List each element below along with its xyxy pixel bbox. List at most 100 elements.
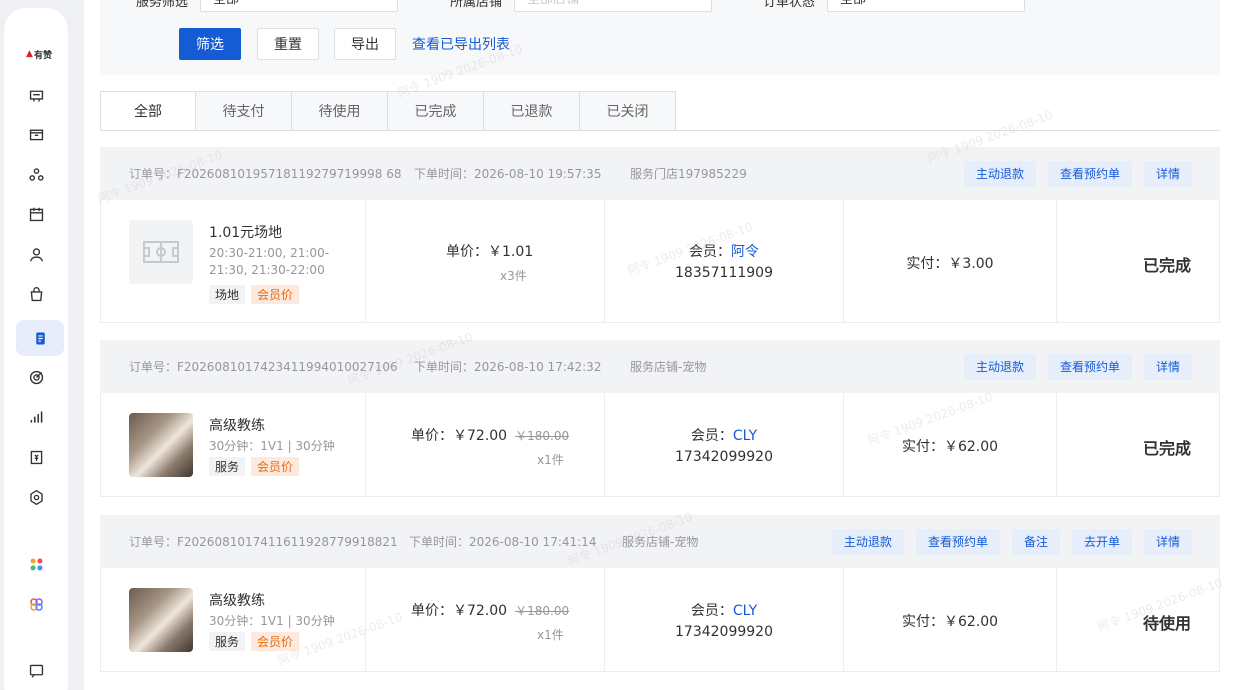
member-phone: 18357111909 xyxy=(675,265,773,281)
tab-to-use[interactable]: 待使用 xyxy=(292,91,388,131)
paid-cell: 实付：￥62.00 xyxy=(844,568,1057,671)
order-header: 订单号：F2026081017423411994010027106 下单时间：2… xyxy=(100,340,1220,393)
order-card: 订单号：F2026081017423411994010027106 下单时间：2… xyxy=(100,340,1220,516)
tag-member-price: 会员价 xyxy=(251,285,300,304)
refund-button[interactable]: 主动退款 xyxy=(963,160,1036,187)
tab-completed[interactable]: 已完成 xyxy=(388,91,484,131)
view-booking-button[interactable]: 查看预约单 xyxy=(1047,353,1132,380)
flame-icon: ▲ xyxy=(26,49,33,59)
order-number: 订单号：F2026081017423411994010027106 xyxy=(129,360,398,374)
member-name-link[interactable]: 阿令 xyxy=(731,244,759,260)
tab-closed[interactable]: 已关闭 xyxy=(580,91,676,131)
export-button[interactable]: 导出 xyxy=(334,28,396,60)
order-store: 服务店铺-宠物 xyxy=(630,360,707,374)
order-actions: 主动退款 查看预约单 备注 去开单 详情 xyxy=(831,528,1192,555)
storefront-icon[interactable] xyxy=(24,83,48,107)
order-actions: 主动退款 查看预约单 详情 xyxy=(963,353,1192,380)
tab-refunded[interactable]: 已退款 xyxy=(484,91,580,131)
data-chart-icon[interactable] xyxy=(24,405,48,429)
order-header: 订单号：F20260810195718119279719998 68 下单时间：… xyxy=(100,147,1220,200)
order-body: 高级教练 30分钟：1V1 | 30分钟 服务 会员价 单价：￥72.00 ￥18… xyxy=(100,393,1220,497)
reset-button[interactable]: 重置 xyxy=(257,28,319,60)
order-time: 下单时间：2026-08-10 19:57:35 xyxy=(414,167,602,181)
brand-logo-text: 有赞 xyxy=(33,50,52,61)
order-status: 已完成 xyxy=(1142,256,1191,275)
order-header: 订单号：F2026081017411611928779918821 下单时间：2… xyxy=(100,515,1220,568)
order-card: 订单号：F2026081017411611928779918821 下单时间：2… xyxy=(100,515,1220,690)
brand-logo[interactable]: ▲ 有赞 xyxy=(22,37,56,71)
product-title: 高级教练 xyxy=(209,593,265,609)
product-title: 1.01元场地 xyxy=(209,225,283,241)
store-select[interactable]: 全部店铺 xyxy=(514,0,713,12)
member-label: 会员： xyxy=(689,244,731,260)
apps-icon[interactable] xyxy=(24,552,48,576)
member-name-link[interactable]: CLY xyxy=(733,428,757,444)
product-title: 高级教练 xyxy=(209,418,265,434)
export-list-link[interactable]: 查看已导出列表 xyxy=(412,34,510,54)
member-label: 会员： xyxy=(690,428,733,444)
main-panel: 服务筛选 全部 所属店铺 全部店铺 订单状态 全部 筛选 重置 导出 查看已导出… xyxy=(84,0,1240,690)
order-body: 1.01元场地 20:30-21:00, 21:00-21:30, 21:30-… xyxy=(100,200,1220,323)
product-tags: 服务 会员价 xyxy=(209,632,300,651)
unit-price-value: 单价：￥1.01 xyxy=(446,244,534,260)
chat-icon[interactable] xyxy=(24,658,48,682)
tab-all[interactable]: 全部 xyxy=(100,91,196,131)
original-price: ￥180.00 xyxy=(515,429,570,443)
filter-field-service: 服务筛选 全部 xyxy=(136,0,399,12)
quantity: x3件 xyxy=(500,269,527,283)
order-number: 订单号：F20260810195718119279719998 68 xyxy=(129,167,402,181)
product-cell: 高级教练 30分钟：1V1 | 30分钟 服务 会员价 xyxy=(101,393,366,496)
goods-icon[interactable] xyxy=(24,122,48,146)
member-line: 会员：CLY xyxy=(605,425,843,445)
product-cell: 高级教练 30分钟：1V1 | 30分钟 服务 会员价 xyxy=(101,568,366,671)
unit-price-value: 单价：￥72.00 xyxy=(411,603,508,619)
calendar-icon[interactable] xyxy=(24,202,48,226)
product-photo[interactable] xyxy=(129,413,193,477)
refund-button[interactable]: 主动退款 xyxy=(831,528,904,555)
service-select[interactable]: 全部 xyxy=(200,0,399,12)
tab-pending-payment[interactable]: 待支付 xyxy=(196,91,292,131)
status-cell: 已完成 xyxy=(1057,393,1219,496)
customer-icon[interactable] xyxy=(24,162,48,186)
member-phone: 17342099920 xyxy=(675,449,773,465)
quantity: x1件 xyxy=(537,628,564,642)
view-booking-button[interactable]: 查看预约单 xyxy=(1047,160,1132,187)
filter-label: 服务筛选 xyxy=(136,0,189,10)
venue-thumbnail[interactable] xyxy=(129,220,193,284)
member-line: 会员：CLY xyxy=(605,600,843,620)
price-cell: 单价：￥72.00 ￥180.00 x1件 xyxy=(366,393,605,496)
open-bill-button[interactable]: 去开单 xyxy=(1071,528,1132,555)
product-photo[interactable] xyxy=(129,588,193,652)
tag-type: 场地 xyxy=(209,285,246,304)
remark-button[interactable]: 备注 xyxy=(1011,528,1060,555)
tag-member-price: 会员价 xyxy=(251,457,300,476)
detail-button[interactable]: 详情 xyxy=(1143,353,1192,380)
detail-button[interactable]: 详情 xyxy=(1143,528,1192,555)
member-name-link[interactable]: CLY xyxy=(733,603,757,619)
order-time: 下单时间：2026-08-10 17:42:32 xyxy=(414,360,602,374)
refund-button[interactable]: 主动退款 xyxy=(963,353,1036,380)
user-icon[interactable] xyxy=(24,242,48,266)
product-desc: 30分钟：1V1 | 30分钟 xyxy=(209,439,335,453)
member-cell: 会员：CLY 17342099920 xyxy=(605,568,844,671)
status-select[interactable]: 全部 xyxy=(827,0,1026,12)
order-icon[interactable] xyxy=(16,320,64,356)
view-booking-button[interactable]: 查看预约单 xyxy=(915,528,1000,555)
member-phone: 17342099920 xyxy=(675,624,773,640)
detail-button[interactable]: 详情 xyxy=(1143,160,1192,187)
order-status-tabs: 全部 待支付 待使用 已完成 已退款 已关闭 xyxy=(100,91,676,131)
product-cell: 1.01元场地 20:30-21:00, 21:00-21:30, 21:30-… xyxy=(101,200,366,322)
original-price: ￥180.00 xyxy=(515,604,570,618)
marketing-icon[interactable] xyxy=(24,365,48,389)
price-cell: 单价：￥1.01 x3件 xyxy=(366,200,605,322)
finance-icon[interactable] xyxy=(24,445,48,469)
quantity: x1件 xyxy=(537,453,564,467)
order-card: 订单号：F20260810195718119279719998 68 下单时间：… xyxy=(100,147,1220,323)
filter-button[interactable]: 筛选 xyxy=(179,28,241,60)
filter-panel: 服务筛选 全部 所属店铺 全部店铺 订单状态 全部 筛选 重置 导出 查看已导出… xyxy=(100,0,1220,75)
plugin-icon[interactable] xyxy=(24,592,48,616)
paid-amount: 实付：￥3.00 xyxy=(906,256,994,272)
product-desc: 30分钟：1V1 | 30分钟 xyxy=(209,614,335,628)
shopping-bag-icon[interactable] xyxy=(24,282,48,306)
settings-icon[interactable] xyxy=(24,485,48,509)
